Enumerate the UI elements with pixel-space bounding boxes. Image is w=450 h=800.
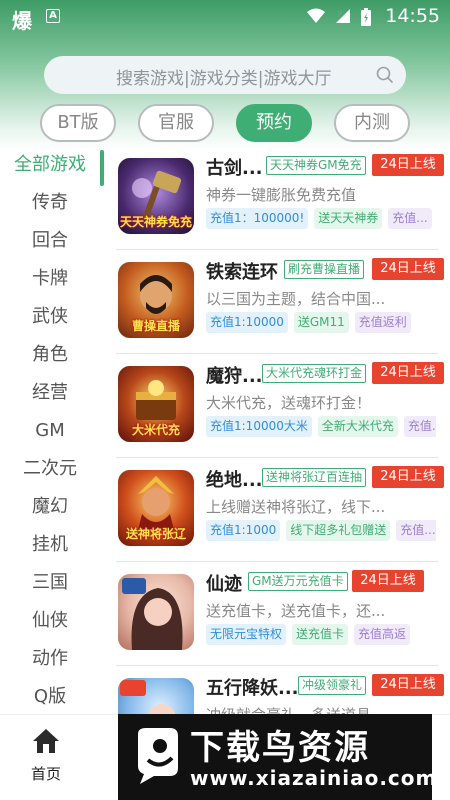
game-thumbnail[interactable]: 大米代充 [118, 366, 194, 442]
game-thumbnail[interactable] [118, 574, 194, 650]
search-placeholder: 搜索游戏|游戏分类|游戏大厅 [116, 69, 332, 89]
perk-pill: 充值1:1000 [206, 520, 281, 541]
sidebar-item-all[interactable]: 全部游戏 [0, 146, 100, 184]
category-tabs: BT版 官服 预约 内测 [0, 104, 450, 144]
thumb-caption: 大米代充 [131, 423, 180, 437]
perk-pill: 充值... [403, 416, 436, 437]
sidebar-item-card[interactable]: 卡牌 [0, 260, 100, 298]
sidebar-item-wuxia[interactable]: 武侠 [0, 298, 100, 336]
sidebar-item-turn-based[interactable]: 回合 [0, 222, 100, 260]
perk-pill: 送GM11 [293, 312, 349, 333]
release-date-badge: 24日上线 [372, 466, 444, 488]
list-item[interactable]: 送神将张辽 绝地... 送神将张辽百连抽 24日上线 上线赠送神将张辽，线下..… [108, 458, 450, 562]
game-name: 仙迹 [206, 574, 242, 595]
sidebar-item-rpg[interactable]: 角色 [0, 336, 100, 374]
sidebar-item-legend[interactable]: 传奇 [0, 184, 100, 222]
sidebar-item-anime[interactable]: 二次元 [0, 450, 100, 488]
perk-pill: 充值返利 [354, 312, 411, 333]
perk-pill: 无限元宝特权 [206, 624, 287, 645]
release-date-badge: 24日上线 [372, 674, 444, 696]
search-icon[interactable] [376, 66, 394, 84]
heroine-art-icon [122, 578, 183, 650]
release-date-badge: 24日上线 [372, 154, 444, 176]
app-notification-icon: 爆 [12, 9, 32, 33]
release-date-badge: 24日上线 [372, 258, 444, 280]
watermark-title: 下载鸟资源 [190, 728, 370, 768]
game-thumbnail[interactable]: 曹操直播 [118, 262, 194, 338]
list-item[interactable]: 曹操直播 铁索连环 刷充曹操直播 24日上线 以三国为主题，结合中国... 充值… [108, 250, 450, 354]
perk-pill: 充值1：100000! [206, 208, 309, 229]
perk-pill: 充值... [388, 208, 432, 229]
perk-pills: 无限元宝特权 送充值卡 充值高返 [206, 624, 436, 645]
genre-sidebar: 全部游戏 传奇 回合 卡牌 武侠 角色 经营 GM 二次元 魔幻 挂机 三国 仙… [0, 146, 108, 716]
status-time: 14:55 [385, 5, 440, 27]
sidebar-active-indicator [100, 150, 104, 186]
a-notification-icon: A [46, 9, 60, 23]
tab-beta[interactable]: 内测 [334, 104, 410, 142]
game-description: 神券一键膨胀免费充值 [206, 186, 357, 204]
thumb-caption: 天天神券免充 [119, 215, 192, 229]
perk-pill: 线下超多礼包赠送 [286, 520, 391, 541]
sidebar-item-fantasy[interactable]: 魔幻 [0, 488, 100, 526]
thumb-caption: 送神将张辽 [125, 527, 186, 541]
perk-pill: 充值高返 [354, 624, 411, 645]
game-tag: 送神将张辽百连抽 [262, 468, 367, 487]
sidebar-item-idle[interactable]: 挂机 [0, 526, 100, 564]
tab-official[interactable]: 官服 [138, 104, 214, 142]
watermark-url: www.xiazainiao.com [190, 766, 438, 790]
game-name: 绝地... [206, 470, 263, 491]
game-name: 魔狩... [206, 366, 263, 387]
game-tag: 天天神券GM免充 [266, 156, 366, 175]
sidebar-item-three-kingdoms[interactable]: 三国 [0, 564, 100, 602]
perk-pill: 充值1:10000大米 [206, 416, 312, 437]
sidebar-item-management[interactable]: 经营 [0, 374, 100, 412]
game-tag: 冲级领豪礼 [298, 676, 367, 695]
thumb-caption: 曹操直播 [131, 319, 180, 333]
release-date-badge: 24日上线 [372, 362, 444, 384]
game-name: 五行降妖... [206, 678, 299, 699]
list-item[interactable]: 天天神券免充 古剑... 天天神券GM免充 24日上线 神券一键膨胀免费充值 充… [108, 146, 450, 250]
game-description: 以三国为主题，结合中国... [206, 290, 386, 308]
wifi-icon [307, 8, 325, 23]
tab-reserve[interactable]: 预约 [236, 104, 312, 142]
list-item[interactable]: 仙迹 GM送万元充值卡 24日上线 送充值卡，送充值卡，还... 无限元宝特权 … [108, 562, 450, 666]
bird-logo-icon [138, 728, 178, 784]
search-input[interactable]: 搜索游戏|游戏分类|游戏大厅 [44, 56, 406, 94]
tab-bt[interactable]: BT版 [40, 104, 116, 142]
nav-home-label: 首页 [30, 765, 61, 783]
perk-pills: 充值1:10000 送GM11 充值返利 [206, 312, 436, 333]
release-date-badge: 24日上线 [352, 570, 424, 592]
game-thumbnail[interactable]: 天天神券免充 [118, 158, 194, 234]
sidebar-item-gm[interactable]: GM [0, 412, 100, 450]
status-bar: 爆 A 14:55 [0, 0, 450, 34]
sidebar-item-xianxia[interactable]: 仙侠 [0, 602, 100, 640]
game-name: 铁索连环 [206, 262, 278, 283]
game-description: 送充值卡，送充值卡，还... [206, 602, 386, 620]
perk-pills: 充值1：100000! 送天天神券 充值... [206, 208, 436, 229]
home-icon [33, 729, 59, 753]
game-tag: 大米代充魂环打金 [262, 364, 367, 383]
battery-icon [361, 8, 371, 26]
perk-pills: 充值1:1000 线下超多礼包赠送 充值... [206, 520, 436, 541]
game-description: 上线赠送神将张辽，线下... [206, 498, 386, 516]
sidebar-item-action[interactable]: 动作 [0, 640, 100, 678]
list-item[interactable]: 大米代充 魔狩... 大米代充魂环打金 24日上线 大米代充，送魂环打金！ 充值… [108, 354, 450, 458]
sidebar-item-q-style[interactable]: Q版 [0, 678, 100, 716]
perk-pill: 全新大米代充 [317, 416, 398, 437]
signal-icon [336, 9, 350, 23]
game-name: 古剑... [206, 158, 263, 179]
watermark-banner: 下载鸟资源 www.xiazainiao.com [118, 714, 436, 800]
perk-pill: 送充值卡 [292, 624, 349, 645]
game-thumbnail[interactable]: 送神将张辽 [118, 470, 194, 546]
game-description: 大米代充，送魂环打金！ [206, 394, 372, 412]
perk-pill: 送天天神券 [314, 208, 383, 229]
perk-pill: 充值1:10000 [206, 312, 288, 333]
perk-pills: 充值1:10000大米 全新大米代充 充值... [206, 416, 436, 437]
perk-pill: 充值... [396, 520, 436, 541]
game-tag: 刷充曹操直播 [284, 260, 365, 279]
game-tag: GM送万元充值卡 [248, 572, 348, 591]
nav-home[interactable]: 首页 [18, 727, 74, 784]
